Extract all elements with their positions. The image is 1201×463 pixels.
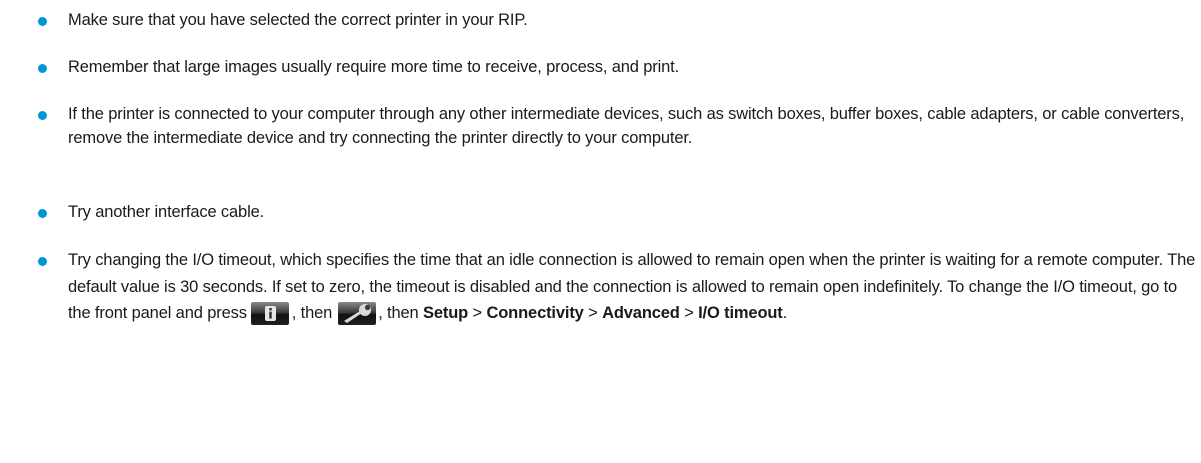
then-separator: , then	[378, 304, 419, 322]
list-item-text: If the printer is connected to your comp…	[68, 105, 1185, 147]
troubleshooting-bullet-list: Make sure that you have selected the cor…	[0, 0, 1201, 463]
then-separator: , then	[291, 304, 333, 322]
bullet-dot	[38, 17, 47, 26]
bullet-dot	[38, 64, 47, 73]
menu-setup: Setup	[423, 304, 469, 322]
bullet-dot	[38, 257, 47, 266]
menu-arrow: >	[588, 304, 598, 322]
menu-arrow: >	[472, 304, 483, 322]
bullet-dot	[38, 111, 47, 120]
end-period: .	[782, 304, 788, 322]
list-item-text: Remember that large images usually requi…	[68, 58, 680, 76]
bullet-dot	[38, 209, 47, 218]
menu-arrow: >	[684, 304, 694, 322]
list-item-text: Make sure that you have selected the cor…	[68, 11, 528, 29]
wrench-icon	[338, 302, 377, 325]
menu-io-timeout: I/O timeout	[698, 304, 783, 322]
list-item-text: Try another interface cable.	[68, 203, 265, 221]
list-item-text: Try changing the I/O timeout, which spec…	[68, 247, 1196, 327]
menu-connectivity: Connectivity	[486, 304, 584, 322]
menu-advanced: Advanced	[602, 304, 680, 322]
info-icon	[250, 302, 289, 325]
